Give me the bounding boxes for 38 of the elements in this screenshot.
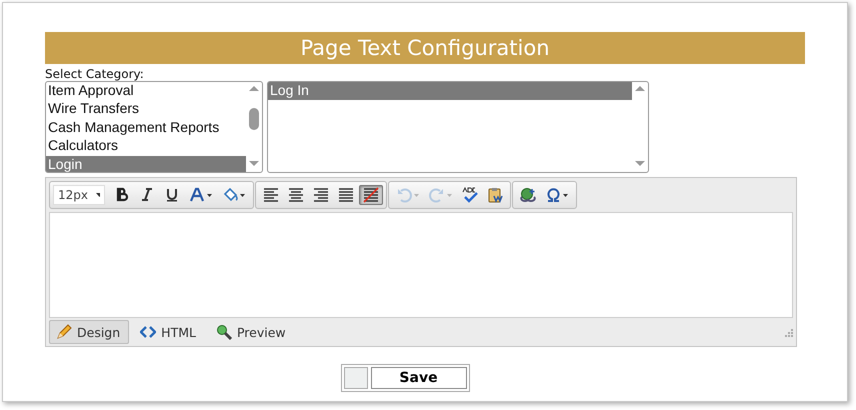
code-brackets-icon [140, 325, 156, 339]
font-color-icon [189, 187, 213, 203]
list-item[interactable]: Calculators [46, 137, 246, 156]
underline-icon [164, 187, 180, 203]
redo-icon [429, 187, 453, 203]
mode-tab[interactable]: Preview [208, 320, 295, 344]
bold-icon [114, 187, 130, 203]
list-item[interactable]: Cash Management Reports [46, 118, 246, 138]
toolbar-button[interactable] [359, 185, 383, 205]
magnifier-icon [216, 324, 232, 340]
clipboard-icon [487, 187, 503, 203]
omega-icon [545, 187, 569, 203]
save-button[interactable]: Save [370, 367, 466, 389]
mode-tab[interactable]: HTML [133, 320, 205, 344]
align-center-icon [288, 187, 304, 203]
undo-icon [396, 187, 420, 203]
strike-lines-icon [363, 187, 379, 203]
mode-tab[interactable]: Design [49, 320, 130, 344]
italic-icon [139, 187, 155, 203]
align-right-icon [313, 187, 329, 203]
caret-icon [96, 193, 100, 197]
spell-check-icon [462, 187, 478, 203]
globe-link-icon [520, 187, 536, 203]
field-label: Select Category: [45, 68, 145, 81]
list-item[interactable]: Log In [268, 82, 632, 100]
list-item[interactable]: Item Approval [46, 82, 246, 100]
pencil-icon [56, 324, 72, 340]
list-box[interactable]: Log In [267, 81, 649, 173]
status-box [344, 367, 368, 389]
page-title: Page Text Configuration [45, 32, 805, 64]
align-justify-icon [338, 187, 354, 203]
list-item[interactable]: Wire Transfers [46, 100, 246, 119]
paint-bucket-icon [222, 187, 246, 203]
resize-grip-icon[interactable] [783, 327, 793, 337]
list-box[interactable]: Item Approval Wire Transfers Cash Management Reports Calculators Login [45, 81, 263, 173]
align-left-icon [263, 187, 279, 203]
list-item[interactable]: Login [46, 156, 246, 172]
font-size-select[interactable]: 12px [53, 185, 105, 205]
